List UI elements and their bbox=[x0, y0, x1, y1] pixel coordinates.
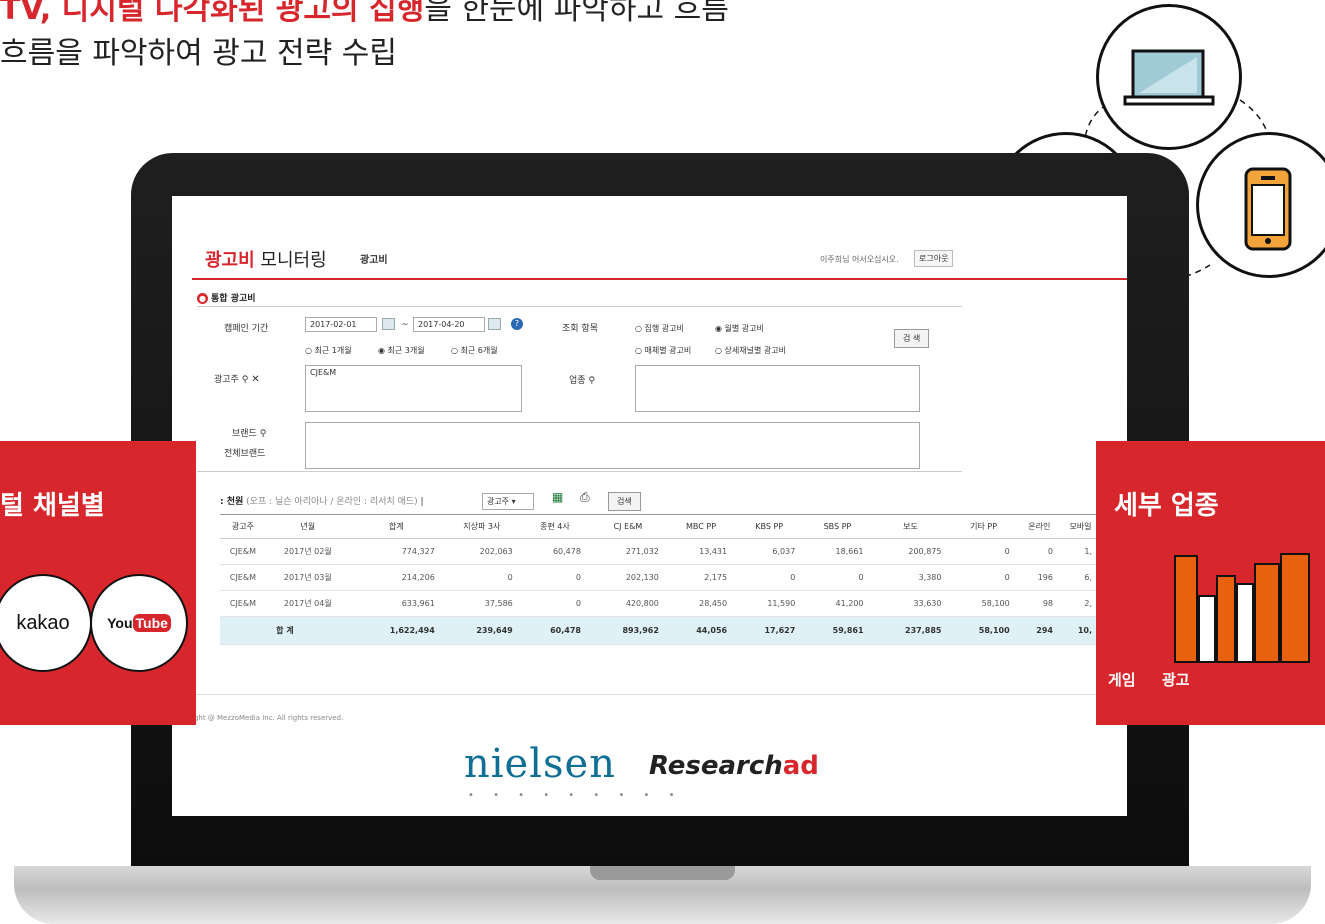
industry-label: 업종 ⚲ bbox=[569, 376, 596, 386]
col-header[interactable]: KBS PP bbox=[735, 514, 804, 539]
nielsen-logo: nielsen bbox=[464, 741, 616, 787]
industry-bar bbox=[1236, 583, 1254, 663]
advertiser-clear-icon[interactable]: ✕ bbox=[251, 374, 259, 385]
headline-highlight: TV, 디지털 다각화된 광고의 집행 bbox=[0, 0, 425, 27]
laptop-icon bbox=[1123, 49, 1215, 106]
col-header[interactable]: 모바일 bbox=[1061, 514, 1100, 539]
category-label-ad: 광고 bbox=[1162, 671, 1190, 689]
col-header[interactable]: 종편 4사 bbox=[520, 514, 589, 539]
header-divider bbox=[192, 278, 1127, 280]
industry-field[interactable] bbox=[635, 365, 920, 412]
campaign-period-label: 캠페인 기간 bbox=[224, 324, 269, 334]
col-header[interactable]: 보도 bbox=[871, 514, 950, 539]
period-6m-radio[interactable]: ○ 최근 6개월 bbox=[451, 345, 498, 356]
query-item-label: 조회 항목 bbox=[562, 324, 598, 334]
laptop-notch bbox=[590, 866, 735, 880]
industry-bar bbox=[1216, 575, 1236, 663]
channel-panel-title: 털 채널별 bbox=[0, 491, 105, 521]
col-header[interactable]: 기타 PP bbox=[949, 514, 1018, 539]
col-header[interactable]: 광고주 bbox=[220, 514, 266, 539]
start-calendar-icon[interactable] bbox=[382, 318, 395, 330]
channel-panel: 털 채널별 kakao You Tube bbox=[0, 441, 196, 725]
query-detail-radio[interactable]: ○ 상세채널별 광고비 bbox=[715, 345, 786, 356]
laptop-screen: 광고비 모니터링 광고비 이주희님 어서오십시오. 로그아웃 ● 통합 광고비 캠… bbox=[172, 196, 1127, 816]
researchad-logo: Researchad bbox=[649, 751, 819, 781]
query-monthly-radio[interactable]: ◉ 월별 광고비 bbox=[715, 323, 764, 334]
col-header[interactable]: 년월 bbox=[265, 514, 350, 539]
headline-line2: 흐름을 파악하여 광고 전략 수립 bbox=[0, 36, 397, 71]
table-row[interactable]: CJE&M 2017년 04월 633,961 37,586 0 420,800 28,45… bbox=[220, 590, 1100, 617]
col-header[interactable]: CJ E&M bbox=[588, 514, 667, 539]
industry-bar bbox=[1198, 595, 1216, 663]
headline-line1: TV, 디지털 다각화된 광고의 집행을 한눈에 파악하고 흐름 bbox=[0, 0, 729, 34]
advertiser-label: 광고주 ⚲ ✕ bbox=[214, 374, 260, 385]
advertiser-field[interactable]: CJE&M bbox=[305, 365, 522, 412]
brand-field[interactable] bbox=[305, 422, 920, 469]
all-brand-label[interactable]: 전체브랜드 bbox=[224, 446, 265, 459]
laptop-device-circle bbox=[1096, 4, 1242, 150]
filter-search-button[interactable]: 검 색 bbox=[894, 329, 930, 348]
date-range-separator: ~ bbox=[401, 320, 409, 330]
industry-bar bbox=[1280, 553, 1310, 663]
category-label-game: 게임 bbox=[1108, 671, 1136, 689]
start-date-input[interactable]: 2017-02-01 bbox=[305, 317, 377, 332]
app-logo[interactable]: 광고비 모니터링 bbox=[205, 246, 327, 272]
col-header[interactable]: MBC PP bbox=[666, 514, 736, 539]
logout-button[interactable]: 로그아웃 bbox=[914, 250, 954, 267]
brand-search-icon[interactable]: ⚲ bbox=[260, 429, 267, 439]
query-spend-radio[interactable]: ○ 집행 광고비 bbox=[635, 323, 684, 334]
footer-divider bbox=[192, 694, 1127, 695]
welcome-text: 이주희님 어서오십시오. bbox=[820, 255, 899, 264]
industry-panel: 세부 업종 게임 광고 bbox=[1096, 441, 1325, 725]
print-icon[interactable]: ⎙ bbox=[580, 490, 590, 505]
table-header-row: 광고주 년월 합계 지상파 3사 종편 4사 CJ E&M MBC PP KBS… bbox=[220, 514, 1100, 539]
end-date-input[interactable]: 2017-04-20 bbox=[413, 317, 485, 332]
phone-device-circle bbox=[1196, 132, 1325, 278]
period-3m-radio[interactable]: ◉ 최근 3개월 bbox=[378, 345, 425, 356]
col-header[interactable]: 합계 bbox=[349, 514, 443, 539]
smartphone-icon bbox=[1244, 167, 1292, 251]
sort-select[interactable]: 광고주 ▾ bbox=[482, 493, 534, 510]
col-header[interactable]: 지상파 3사 bbox=[442, 514, 521, 539]
query-media-radio[interactable]: ○ 매체별 광고비 bbox=[635, 345, 691, 356]
results-table: 광고주 년월 합계 지상파 3사 종편 4사 CJ E&M MBC PP KBS… bbox=[220, 514, 1100, 645]
results-search-button[interactable]: 검색 bbox=[608, 492, 641, 511]
col-header[interactable]: 온라인 bbox=[1017, 514, 1061, 539]
advertiser-search-icon[interactable]: ⚲ bbox=[242, 375, 249, 385]
excel-export-icon[interactable]: ▦ bbox=[552, 490, 563, 504]
help-icon[interactable]: ? bbox=[511, 318, 523, 330]
industry-bar bbox=[1254, 563, 1280, 663]
table-row[interactable]: CJE&M 2017년 02월 774,327 202,063 60,478 271,03… bbox=[220, 538, 1100, 565]
end-calendar-icon[interactable] bbox=[488, 318, 501, 330]
nielsen-logo-dots: • • • • • • • • • bbox=[468, 790, 683, 801]
total-row: 합 계 1,622,494 239,649 60,478 893,962 44,056 1… bbox=[220, 616, 1100, 645]
section-bullet-icon: ● bbox=[197, 293, 208, 304]
youtube-logo: You Tube bbox=[90, 574, 188, 672]
unit-label: : 천원 (오프 : 닐슨 아리아나 / 온라인 : 리서치 애드) | bbox=[220, 497, 424, 507]
nav-item-ad-spend[interactable]: 광고비 bbox=[360, 251, 388, 266]
copyright-text: ight @ MezzoMedia Inc. All rights reserv… bbox=[192, 714, 344, 722]
industry-panel-title: 세부 업종 bbox=[1114, 491, 1219, 521]
section-title: ● 통합 광고비 bbox=[197, 293, 256, 304]
kakao-logo: kakao bbox=[0, 574, 92, 672]
col-header[interactable]: SBS PP bbox=[803, 514, 872, 539]
industry-search-icon[interactable]: ⚲ bbox=[588, 376, 595, 386]
brand-label: 브랜드 ⚲ bbox=[232, 429, 267, 439]
table-row[interactable]: CJE&M 2017년 03월 214,206 0 0 202,130 2,175 0 0 3,3… bbox=[220, 564, 1100, 591]
period-1m-radio[interactable]: ○ 최근 1개월 bbox=[305, 345, 352, 356]
industry-bar bbox=[1174, 555, 1198, 663]
